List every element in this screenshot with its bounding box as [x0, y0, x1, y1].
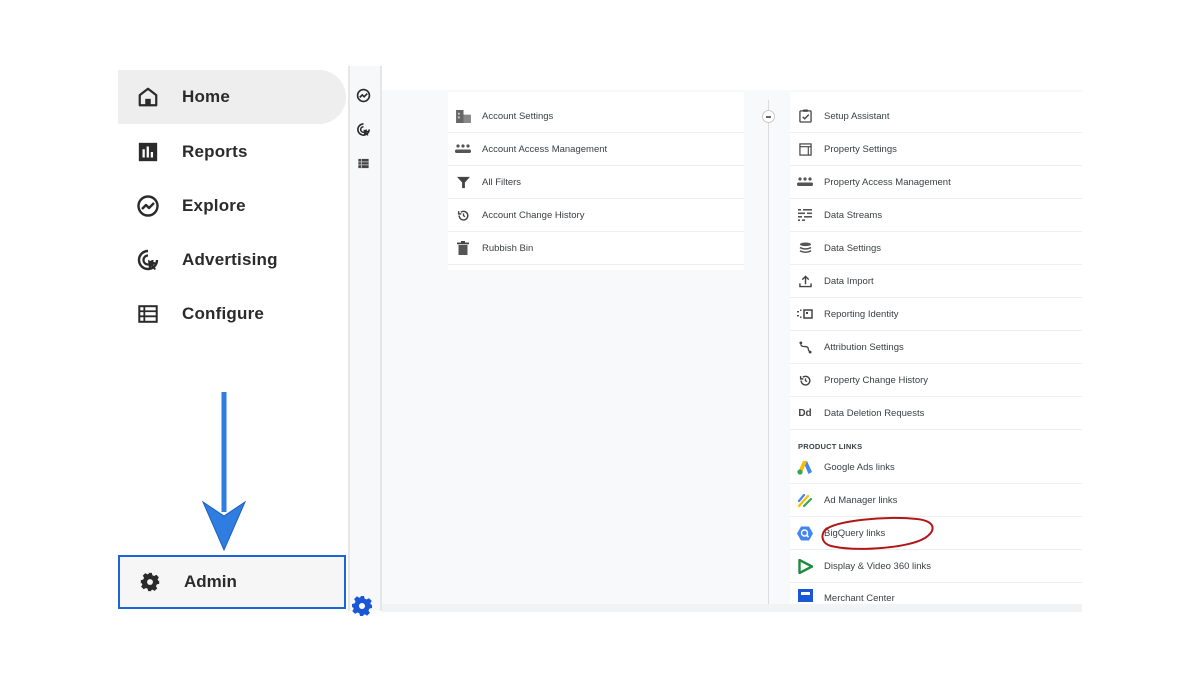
data-deletion-icon: Dd — [798, 407, 812, 419]
link-label: Google Ads links — [824, 461, 895, 473]
reports-icon — [136, 140, 160, 164]
google-ads-links-link[interactable]: Google Ads links — [790, 451, 1082, 484]
collapse-column-button[interactable] — [762, 110, 775, 123]
nav-item-advertising[interactable]: Advertising — [118, 233, 346, 287]
home-icon — [136, 85, 160, 109]
data-deletion-requests-link[interactable]: Dd Data Deletion Requests — [790, 397, 1082, 430]
link-label: Data Settings — [824, 242, 882, 254]
account-access-management-link[interactable]: Account Access Management — [448, 133, 744, 166]
advertising-icon — [136, 248, 160, 272]
link-label: Property Change History — [824, 374, 929, 386]
history-icon — [454, 206, 472, 224]
circle-annotation-icon — [821, 517, 934, 550]
account-change-history-link[interactable]: Account Change History — [448, 199, 744, 232]
link-label: Account Access Management — [482, 143, 608, 155]
link-label: Rubbish Bin — [482, 242, 534, 254]
dv360-icon — [796, 557, 814, 575]
link-label: All Filters — [482, 176, 522, 188]
google-ads-icon — [796, 458, 814, 476]
configure-icon — [136, 302, 160, 326]
arrow-annotation-icon — [201, 392, 247, 552]
collapsed-rail — [350, 66, 380, 611]
people-icon — [454, 140, 472, 158]
property-settings-link[interactable]: Property Settings — [790, 133, 1082, 166]
nav-item-label: Home — [182, 87, 231, 106]
trash-icon — [454, 239, 472, 257]
content-bottom-edge — [382, 604, 1082, 612]
nav-item-label: Reports — [182, 142, 248, 161]
account-settings-icon — [454, 107, 472, 125]
link-label: Data Streams — [824, 209, 883, 221]
checklist-icon — [796, 107, 814, 125]
history-icon — [796, 371, 814, 389]
admin-gear-icon[interactable] — [350, 594, 374, 618]
database-icon — [796, 239, 814, 257]
gear-icon — [138, 570, 162, 594]
data-streams-icon — [796, 206, 814, 224]
filter-icon — [454, 173, 472, 191]
people-icon — [796, 173, 814, 191]
rubbish-bin-link[interactable]: Rubbish Bin — [448, 232, 744, 265]
link-label: Property Settings — [824, 143, 897, 155]
nav-item-explore[interactable]: Explore — [118, 179, 346, 233]
explore-icon — [136, 194, 160, 218]
link-label: Display & Video 360 links — [824, 560, 932, 572]
minus-icon — [766, 115, 771, 118]
ad-manager-icon — [796, 491, 814, 509]
bigquery-icon — [796, 524, 814, 542]
link-label: Ad Manager links — [824, 494, 898, 506]
reporting-identity-link[interactable]: Reporting Identity — [790, 298, 1082, 331]
column-divider — [768, 100, 769, 605]
link-label: Reporting Identity — [824, 308, 899, 320]
link-label: Account Change History — [482, 209, 585, 221]
property-change-history-link[interactable]: Property Change History — [790, 364, 1082, 397]
account-column: Account Settings Account Access Manageme… — [448, 92, 744, 270]
nav-item-label: Configure — [182, 304, 265, 323]
attribution-settings-link[interactable]: Attribution Settings — [790, 331, 1082, 364]
data-streams-link[interactable]: Data Streams — [790, 199, 1082, 232]
reporting-identity-icon — [796, 305, 814, 323]
all-filters-link[interactable]: All Filters — [448, 166, 744, 199]
merchant-center-link[interactable]: Merchant Center — [790, 583, 1082, 604]
nav-item-label: Explore — [182, 196, 246, 215]
attribution-icon — [796, 338, 814, 356]
ad-manager-links-link[interactable]: Ad Manager links — [790, 484, 1082, 517]
upload-icon — [796, 272, 814, 290]
link-label: Attribution Settings — [824, 341, 904, 353]
merchant-center-icon — [796, 586, 814, 604]
data-settings-link[interactable]: Data Settings — [790, 232, 1082, 265]
property-access-management-link[interactable]: Property Access Management — [790, 166, 1082, 199]
link-label: Data Deletion Requests — [824, 407, 925, 419]
product-links-heading: PRODUCT LINKS — [798, 442, 863, 451]
nav-item-label: Advertising — [182, 250, 278, 269]
nav-item-configure[interactable]: Configure — [118, 287, 346, 341]
advertising-icon[interactable] — [354, 120, 372, 138]
link-label: Data Import — [824, 275, 874, 287]
link-label: Setup Assistant — [824, 110, 890, 122]
link-label: Merchant Center — [824, 593, 895, 604]
explore-icon[interactable] — [354, 86, 372, 104]
nav-item-home[interactable]: Home — [118, 70, 346, 124]
nav-item-label: Admin — [184, 572, 237, 591]
nav-item-reports[interactable]: Reports — [118, 125, 346, 179]
configure-icon[interactable] — [354, 154, 372, 172]
setup-assistant-link[interactable]: Setup Assistant — [790, 100, 1082, 133]
display-video-360-links-link[interactable]: Display & Video 360 links — [790, 550, 1082, 583]
link-label: Account Settings — [482, 110, 554, 122]
nav-item-admin[interactable]: Admin — [118, 555, 346, 609]
data-import-link[interactable]: Data Import — [790, 265, 1082, 298]
property-settings-icon — [796, 140, 814, 158]
account-settings-link[interactable]: Account Settings — [448, 100, 744, 133]
link-label: Property Access Management — [824, 176, 951, 188]
